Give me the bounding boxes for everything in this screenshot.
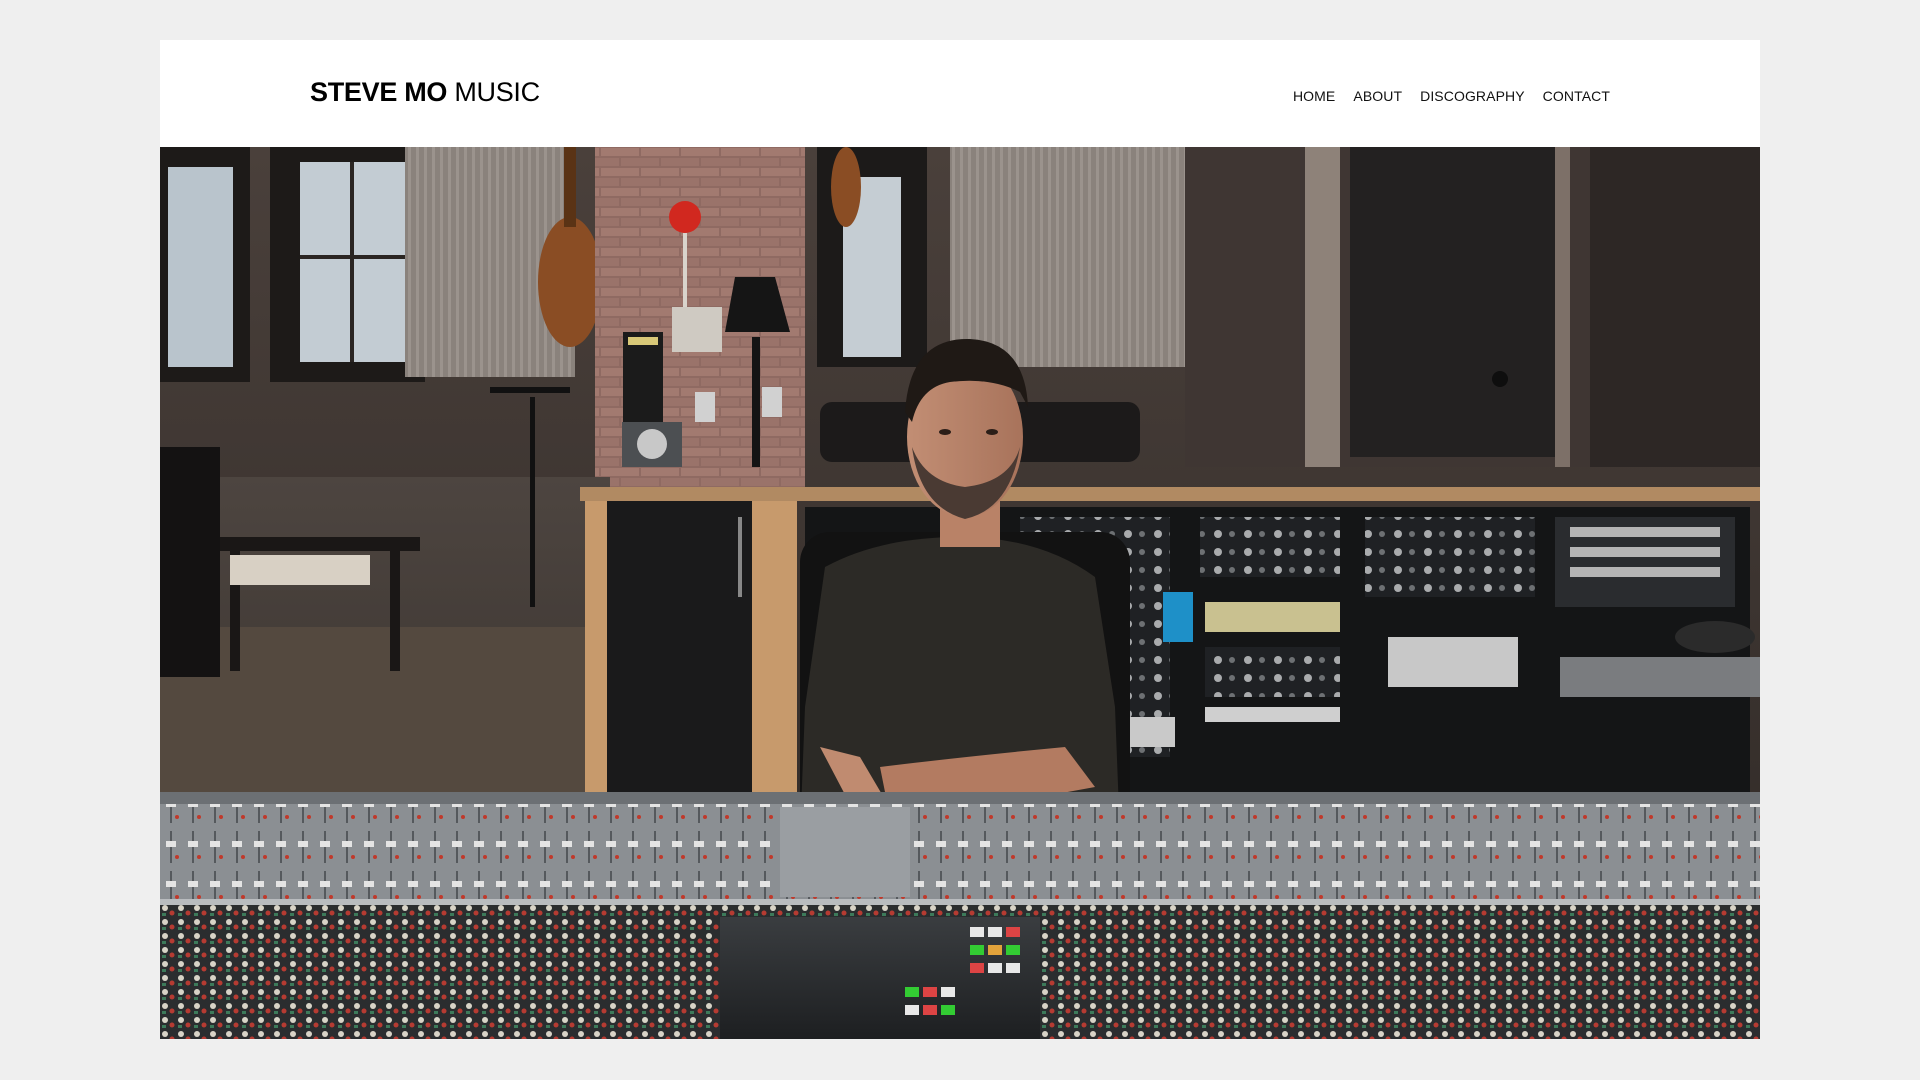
- page-frame: STEVE MO MUSIC HOME ABOUT DISCOGRAPHY CO…: [160, 40, 1760, 1039]
- nav-home-link[interactable]: HOME: [1293, 88, 1335, 104]
- door: [1350, 147, 1555, 457]
- site-header: STEVE MO MUSIC HOME ABOUT DISCOGRAPHY CO…: [160, 40, 1760, 147]
- side-table: [220, 537, 420, 551]
- cabinet: [607, 501, 752, 831]
- nav-discography-link[interactable]: DISCOGRAPHY: [1420, 88, 1525, 104]
- console-meter-bridge: [160, 802, 1760, 902]
- guitar-left: [538, 217, 602, 347]
- main-nav: HOME ABOUT DISCOGRAPHY CONTACT: [1293, 88, 1610, 104]
- desk-lamp: [752, 337, 760, 467]
- acoustic-panel-center: [950, 147, 1185, 367]
- counter-top: [580, 487, 1760, 501]
- logo-bold-text: STEVE MO: [310, 77, 448, 107]
- nav-contact-link[interactable]: CONTACT: [1543, 88, 1610, 104]
- hero-image: [160, 147, 1760, 1039]
- logo-light-text: MUSIC: [447, 77, 540, 107]
- site-logo[interactable]: STEVE MO MUSIC: [310, 77, 540, 108]
- studio-photo: [160, 147, 1760, 1039]
- nav-about-link[interactable]: ABOUT: [1353, 88, 1402, 104]
- small-amp-stack: [623, 332, 663, 422]
